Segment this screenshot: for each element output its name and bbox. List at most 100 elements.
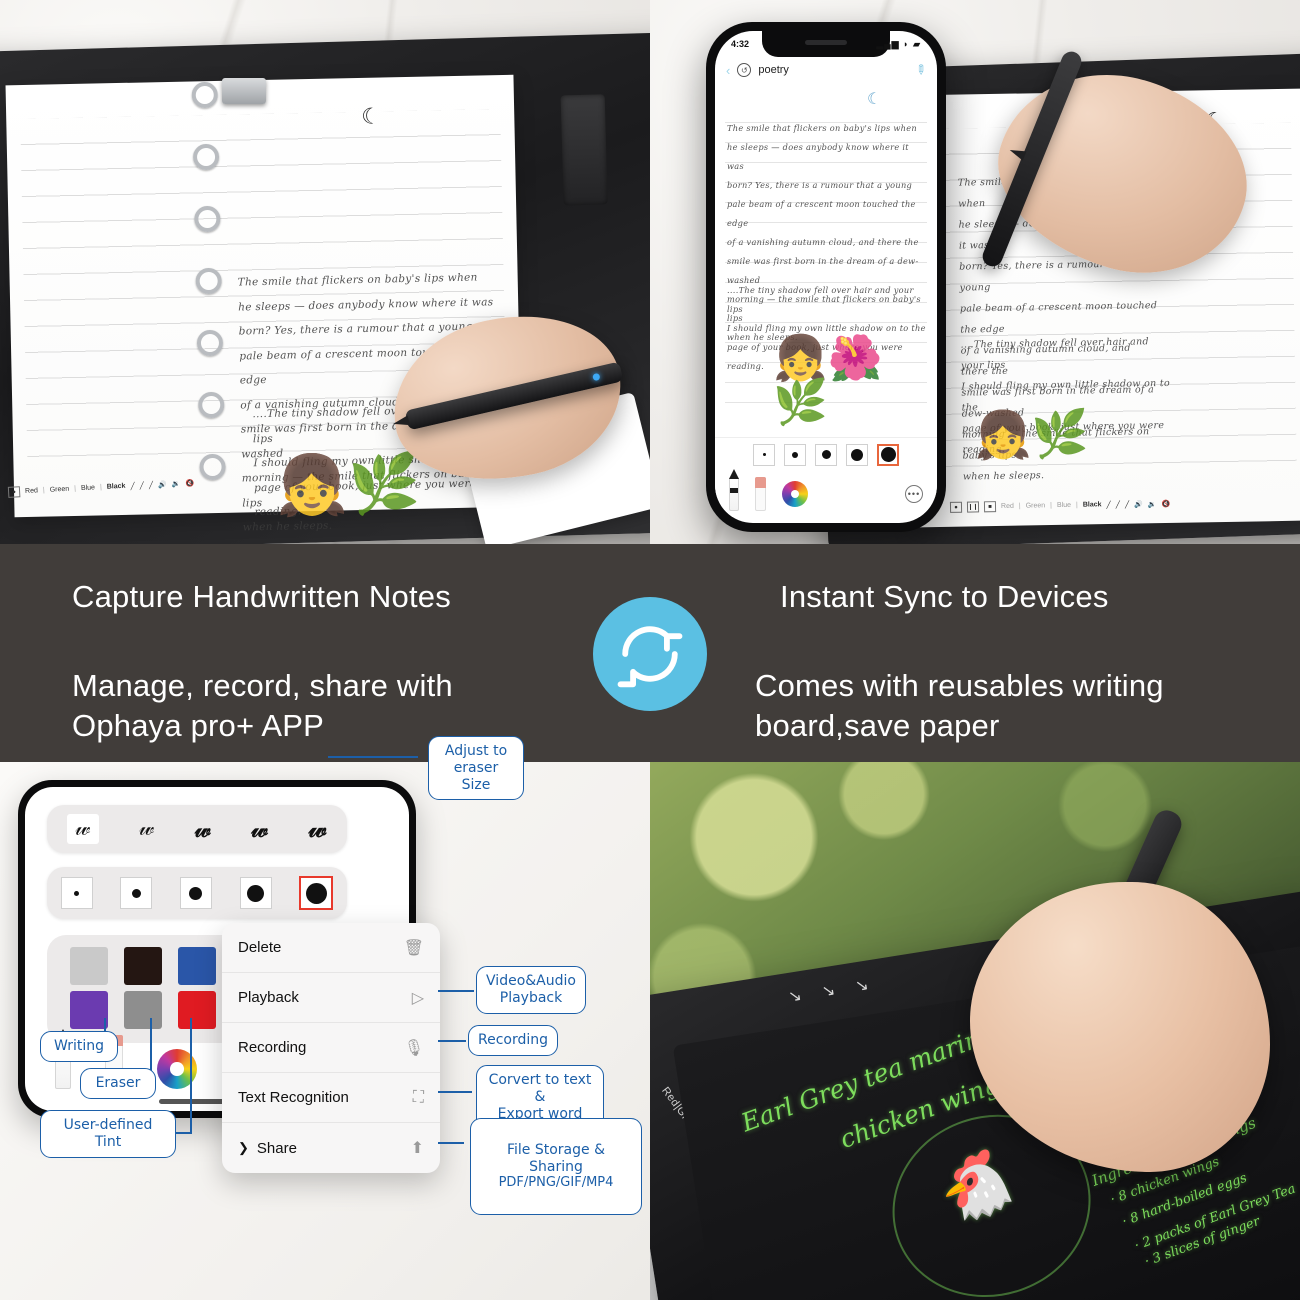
stroke-thin-icon-2[interactable]: ╱	[1106, 501, 1110, 509]
callout-share-sub: PDF/PNG/GIF/MP4	[498, 1175, 614, 1191]
phone-bottom-toolbar[interactable]: •••	[715, 471, 937, 517]
toolbar-separator-5: |	[1050, 502, 1053, 510]
color-swatch-red[interactable]	[178, 991, 216, 1029]
app-tip-size-1[interactable]	[60, 877, 93, 909]
stroke-weight-5[interactable]: 𝓌	[309, 816, 327, 842]
stroke-thin-icon[interactable]: ╱	[130, 482, 135, 490]
writing-pen-icon[interactable]	[729, 477, 739, 511]
tip-size-5[interactable]	[877, 443, 899, 466]
leader-line-eraser-size	[328, 756, 418, 758]
stroke-medium-icon[interactable]: ╱	[139, 481, 145, 489]
toolbar-separator-1: |	[42, 486, 45, 495]
stroke-weight-1[interactable]: 𝓌	[67, 814, 99, 844]
phone-nav-bar: ‹ ↺ poetry ✎	[715, 57, 937, 83]
menu-item-delete[interactable]: Delete 🗑	[222, 923, 440, 973]
toolbar-separator-6: |	[1075, 501, 1078, 509]
color-swatch-blue[interactable]	[178, 947, 216, 985]
tip-size-tray[interactable]	[47, 867, 347, 919]
app-tip-size-4[interactable]	[239, 877, 272, 909]
stroke-thick-icon[interactable]: ╱	[149, 481, 154, 489]
volume-low-icon-2[interactable]: 🔉	[1148, 500, 1157, 508]
color-blue-label-2[interactable]: Blue	[1057, 502, 1071, 509]
stroke-weight-tray[interactable]: 𝓌 𝓌 𝓌 𝓌 𝓌	[47, 805, 347, 853]
stroke-weight-2[interactable]: 𝓌	[139, 818, 154, 840]
record-button[interactable]: ●	[7, 486, 21, 498]
banner-reusable-text: Comes with reusables writing board,save …	[755, 668, 1164, 743]
callout-adjust-eraser: Adjust to eraser Size	[428, 736, 524, 801]
callout-user-defined-tint: User-defined Tint	[40, 1110, 176, 1158]
notebook-clasp	[222, 78, 266, 104]
banner-manage-text: Manage, record, share with Ophaya pro+ A…	[72, 668, 453, 743]
sync-badge	[593, 597, 707, 711]
volume-up-icon-2[interactable]: 🔊	[1134, 500, 1143, 508]
menu-item-text-recognition-label: Text Recognition	[238, 1089, 349, 1106]
context-menu[interactable]: Delete 🗑 Playback ▷ Recording 🎙 Text Rec…	[222, 923, 440, 1173]
callout-writing: Writing	[40, 1031, 118, 1062]
eraser-icon[interactable]	[755, 477, 766, 511]
pencil-icon[interactable]: ✎	[911, 60, 930, 79]
volume-low-icon[interactable]: 🔉	[172, 479, 181, 487]
callout-share: File Storage & Sharing PDF/PNG/GIF/MP4	[470, 1118, 642, 1215]
stroke-medium-icon-2[interactable]: ╱	[1116, 500, 1120, 508]
color-red-label[interactable]: Red	[25, 487, 38, 495]
stroke-thick-icon-2[interactable]: ╱	[1125, 500, 1129, 508]
color-black-label-2[interactable]: Black	[1083, 501, 1102, 508]
color-blue-label[interactable]: Blue	[81, 484, 95, 492]
chevron-left-icon[interactable]: ‹	[726, 63, 730, 78]
stroke-weight-3[interactable]: 𝓌	[195, 818, 211, 841]
banner-capture-text: Capture Handwritten Notes	[72, 579, 451, 615]
menu-item-playback[interactable]: Playback ▷	[222, 973, 440, 1023]
leader-line-share	[438, 1142, 464, 1144]
color-green-label-2[interactable]: Green	[1026, 502, 1046, 509]
color-swatch-gray[interactable]	[124, 991, 162, 1029]
note-title: poetry	[758, 64, 789, 76]
scan-text-icon: ⛶	[412, 1088, 424, 1106]
leader-line-tint-h	[176, 1132, 192, 1134]
stop-button-2[interactable]: ■	[983, 501, 997, 513]
undo-circle-icon[interactable]: ↺	[737, 63, 752, 77]
tip-size-3[interactable]	[815, 443, 837, 466]
callout-playback: Video&Audio Playback	[476, 966, 586, 1014]
color-swatch-light-gray[interactable]	[70, 947, 108, 985]
app-tip-size-2[interactable]	[120, 877, 153, 909]
girl-flowers-doodle: 👧🌿	[275, 450, 422, 519]
color-swatch-black[interactable]	[124, 947, 162, 985]
volume-mute-icon-2[interactable]: 🔇	[1162, 500, 1171, 508]
moon-icon: ☾	[360, 103, 382, 129]
color-swatch-purple[interactable]	[70, 991, 108, 1029]
more-icon[interactable]: •••	[905, 485, 923, 503]
stroke-weight-4[interactable]: 𝓌	[251, 817, 268, 841]
phone-tip-size-row[interactable]	[715, 437, 937, 471]
menu-item-share[interactable]: ❯ Share ⬆	[222, 1123, 440, 1173]
toolbar-separator-3: |	[99, 483, 102, 492]
tip-size-1[interactable]	[753, 443, 775, 466]
leader-line-recording	[438, 1040, 466, 1042]
panel-manage-record-share: Manage, record, share with Ophaya pro+ A…	[0, 650, 650, 1300]
color-green-label[interactable]: Green	[50, 486, 70, 494]
volume-up-icon[interactable]: 🔊	[158, 480, 167, 488]
color-red-label-2[interactable]: Red	[1001, 503, 1014, 510]
wifi-icon: ◗	[903, 38, 910, 49]
menu-item-text-recognition[interactable]: Text Recognition ⛶	[222, 1073, 440, 1123]
menu-item-recording-label: Recording	[238, 1039, 307, 1056]
callout-eraser: Eraser	[80, 1068, 156, 1099]
phone-device: 4:32 ▂▄▆ ◗ ▰ ‹ ↺ poetry ✎ ☾ The smile th…	[706, 22, 946, 532]
tip-size-4[interactable]	[846, 443, 868, 466]
color-wheel-icon[interactable]	[782, 481, 808, 507]
banner-sync: Instant Sync to Devices	[650, 544, 1300, 650]
pause-button-2[interactable]: ❙❙	[966, 501, 980, 513]
toolbar-separator-4: |	[1018, 502, 1021, 510]
record-button-2[interactable]: ●	[949, 501, 963, 513]
volume-mute-icon[interactable]: 🔇	[185, 479, 194, 487]
color-black-label[interactable]: Black	[107, 483, 126, 491]
app-tip-size-3[interactable]	[179, 877, 212, 909]
tip-size-2[interactable]	[784, 443, 806, 466]
girl-flowers-doodle-2: 👧🌿	[973, 407, 1090, 462]
leader-line-playback	[438, 990, 474, 992]
menu-item-delete-label: Delete	[238, 939, 282, 956]
app-tip-size-5[interactable]	[299, 876, 334, 910]
menu-item-recording[interactable]: Recording 🎙	[222, 1023, 440, 1073]
banner-sync-text: Instant Sync to Devices	[780, 579, 1109, 615]
banner-reusable: Comes with reusables writing board,save …	[650, 650, 1300, 762]
phone-note-canvas[interactable]: ☾ The smile that flickers on baby's lips…	[715, 85, 937, 427]
